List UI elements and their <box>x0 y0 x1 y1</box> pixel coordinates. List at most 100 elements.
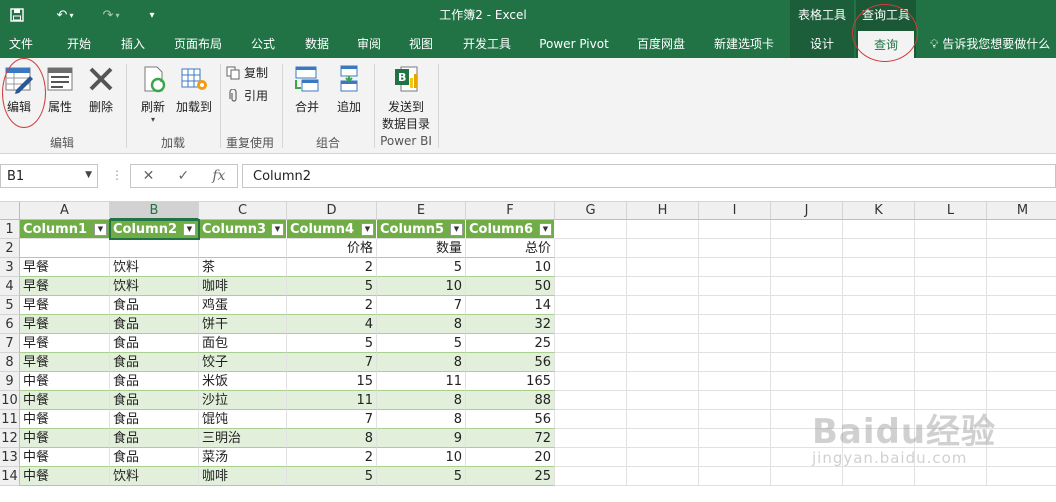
table-cell[interactable]: 食品 <box>110 315 199 334</box>
table-cell[interactable]: 食品 <box>110 391 199 410</box>
empty-cell[interactable] <box>987 467 1056 486</box>
row-header-4[interactable]: 4 <box>0 277 20 296</box>
empty-cell[interactable] <box>987 315 1056 334</box>
column-header-l[interactable]: L <box>915 202 987 220</box>
empty-cell[interactable] <box>555 296 627 315</box>
empty-cell[interactable] <box>627 258 699 277</box>
empty-cell[interactable] <box>555 277 627 296</box>
tab-power-pivot[interactable]: Power Pivot <box>532 30 616 58</box>
table-header-cell[interactable]: Column2 ▼ <box>110 220 199 239</box>
table-cell[interactable]: 7 <box>287 353 377 372</box>
table-cell[interactable]: 食品 <box>110 353 199 372</box>
empty-cell[interactable] <box>987 239 1056 258</box>
row-header-13[interactable]: 13 <box>0 448 20 467</box>
duplicate-button[interactable]: 复制 <box>226 64 268 81</box>
table-cell[interactable]: 米饭 <box>199 372 287 391</box>
empty-cell[interactable] <box>843 258 915 277</box>
table-cell[interactable]: 9 <box>377 429 466 448</box>
table-cell[interactable]: 饮料 <box>110 467 199 486</box>
column-header-e[interactable]: E <box>377 202 466 220</box>
empty-cell[interactable] <box>915 372 987 391</box>
table-cell[interactable]: 食品 <box>110 448 199 467</box>
table-cell[interactable]: 中餐 <box>20 410 110 429</box>
empty-cell[interactable] <box>915 277 987 296</box>
row-header-1[interactable]: 1 <box>0 220 20 239</box>
empty-cell[interactable] <box>699 353 771 372</box>
tab-file[interactable]: 文件 <box>0 30 42 58</box>
table-cell[interactable]: 早餐 <box>20 277 110 296</box>
tab-new-tab[interactable]: 新建选项卡 <box>706 30 782 58</box>
empty-cell[interactable] <box>987 220 1056 239</box>
table-cell[interactable]: 165 <box>466 372 555 391</box>
column-header-a[interactable]: A <box>20 202 110 220</box>
table-cell[interactable]: 11 <box>377 372 466 391</box>
table-header-cell[interactable]: Column1 ▼ <box>20 220 110 239</box>
table-cell[interactable]: 食品 <box>110 410 199 429</box>
table-cell[interactable]: 咖啡 <box>199 467 287 486</box>
table-cell[interactable]: 早餐 <box>20 334 110 353</box>
row-header-10[interactable]: 10 <box>0 391 20 410</box>
table-cell[interactable]: 食品 <box>110 429 199 448</box>
empty-cell[interactable] <box>627 296 699 315</box>
name-box[interactable]: B1 ▼ <box>0 164 98 188</box>
empty-cell[interactable] <box>915 467 987 486</box>
table-cell[interactable]: 8 <box>377 315 466 334</box>
tell-me-search[interactable]: 💡︎ 告诉我您想要做什么 <box>930 30 1050 58</box>
load-to-button[interactable]: 加载到 <box>174 64 214 115</box>
refresh-button[interactable]: 刷新 ▾ <box>134 64 172 124</box>
table-cell[interactable]: 10 <box>466 258 555 277</box>
table-cell[interactable]: 咖啡 <box>199 277 287 296</box>
tab-insert[interactable]: 插入 <box>112 30 154 58</box>
empty-cell[interactable] <box>915 258 987 277</box>
table-cell[interactable]: 4 <box>287 315 377 334</box>
row-header-6[interactable]: 6 <box>0 315 20 334</box>
row-header-2[interactable]: 2 <box>0 239 20 258</box>
table-cell[interactable]: 32 <box>466 315 555 334</box>
empty-cell[interactable] <box>771 296 843 315</box>
empty-cell[interactable] <box>555 353 627 372</box>
empty-cell[interactable] <box>555 448 627 467</box>
row-header-9[interactable]: 9 <box>0 372 20 391</box>
formula-bar-resize-handle[interactable]: ⋮ <box>111 168 123 182</box>
column-header-f[interactable]: F <box>466 202 555 220</box>
table-cell[interactable]: 25 <box>466 467 555 486</box>
empty-cell[interactable] <box>555 372 627 391</box>
edit-button[interactable]: 编辑 <box>2 64 36 115</box>
delete-button[interactable]: 删除 <box>84 64 118 115</box>
table-cell[interactable]: 5 <box>287 467 377 486</box>
table-cell[interactable]: 7 <box>287 410 377 429</box>
send-to-data-catalog-button[interactable]: B 发送到 数据目录 <box>378 64 434 132</box>
empty-cell[interactable] <box>627 448 699 467</box>
table-cell[interactable]: 饮料 <box>110 277 199 296</box>
empty-cell[interactable] <box>699 410 771 429</box>
empty-cell[interactable] <box>771 277 843 296</box>
empty-cell[interactable] <box>843 220 915 239</box>
column-header-h[interactable]: H <box>627 202 699 220</box>
table-header-cell[interactable]: Column3 ▼ <box>199 220 287 239</box>
empty-cell[interactable] <box>987 448 1056 467</box>
table-cell[interactable]: 5 <box>377 258 466 277</box>
empty-cell[interactable] <box>987 391 1056 410</box>
table-cell[interactable]: 10 <box>377 277 466 296</box>
table-cell[interactable]: 2 <box>287 258 377 277</box>
tab-view[interactable]: 视图 <box>400 30 442 58</box>
table-cell[interactable]: 菜汤 <box>199 448 287 467</box>
empty-cell[interactable] <box>771 220 843 239</box>
table-cell[interactable] <box>110 239 199 258</box>
table-cell[interactable]: 10 <box>377 448 466 467</box>
tab-developer[interactable]: 开发工具 <box>456 30 518 58</box>
row-header-3[interactable]: 3 <box>0 258 20 277</box>
table-cell[interactable]: 食品 <box>110 334 199 353</box>
table-cell[interactable]: 15 <box>287 372 377 391</box>
select-all-corner[interactable] <box>0 202 20 220</box>
table-cell[interactable]: 茶 <box>199 258 287 277</box>
table-cell[interactable]: 5 <box>377 334 466 353</box>
empty-cell[interactable] <box>699 239 771 258</box>
row-header-14[interactable]: 14 <box>0 467 20 486</box>
empty-cell[interactable] <box>699 315 771 334</box>
column-header-b[interactable]: B <box>110 202 199 220</box>
table-cell[interactable]: 饼干 <box>199 315 287 334</box>
empty-cell[interactable] <box>843 467 915 486</box>
empty-cell[interactable] <box>699 448 771 467</box>
row-header-5[interactable]: 5 <box>0 296 20 315</box>
